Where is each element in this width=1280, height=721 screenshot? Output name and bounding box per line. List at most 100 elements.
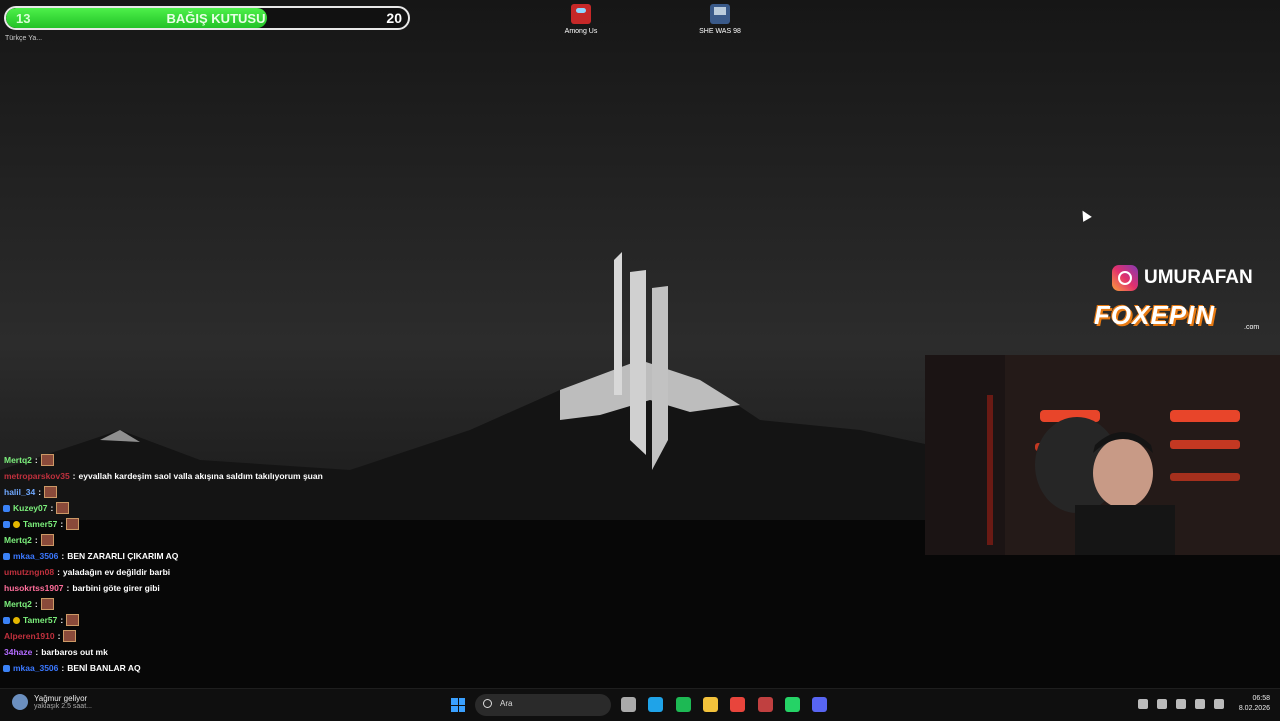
chat-separator: : (34, 599, 38, 609)
chat-text: barbini göte girer gibi (72, 583, 160, 593)
chat-message: Kuzey07: (0, 500, 330, 516)
windows-logo-pane (451, 705, 458, 712)
chat-username: Alperen1910 (4, 631, 55, 641)
chat-badge-icon (3, 664, 10, 672)
instagram-icon (1112, 265, 1138, 291)
chat-username: 34haze (4, 647, 33, 657)
chat-username: Mertq2 (4, 535, 32, 545)
donation-title: BAĞIŞ KUTUSU (166, 11, 266, 26)
chat-username: mkaa_3506 (13, 663, 59, 673)
discord-icon[interactable] (812, 697, 828, 712)
chat-message: husokrtss1907: barbini göte girer gibi (0, 580, 330, 596)
chat-username: metroparskov35 (4, 471, 70, 481)
weather-subtitle: yaklaşık 2.5 saat... (34, 703, 92, 710)
game-icon (710, 4, 730, 24)
sponsor-logo: FOXEPIN (1094, 300, 1216, 330)
webcam-feed (925, 355, 1280, 555)
file-explorer-icon[interactable] (702, 697, 718, 712)
coin-icon (13, 616, 20, 624)
windows-logo-pane (458, 698, 465, 705)
system-tray: 06:58 8.02.2026 (1137, 694, 1270, 714)
weather-rain-icon (12, 694, 28, 710)
chat-message: Mertq2: (0, 452, 330, 468)
chat-separator: : (60, 615, 64, 625)
chevron-up-icon[interactable] (1137, 699, 1148, 709)
emote-icon (40, 534, 54, 546)
chat-badge-icon (3, 520, 10, 528)
chat-username: Mertq2 (4, 599, 32, 609)
chat-separator: : (57, 567, 60, 577)
microphone-icon[interactable] (1175, 699, 1186, 709)
chrome-icon[interactable] (730, 697, 746, 712)
chat-badge-icon (3, 504, 10, 512)
chat-separator: : (66, 583, 70, 593)
chat-text: BENİ BANLAR AQ (67, 663, 141, 673)
instagram-username: UMURAFAN (1144, 267, 1253, 288)
chat-separator: : (57, 631, 61, 641)
start-button[interactable] (451, 698, 465, 712)
emote-icon (40, 598, 54, 610)
chat-separator: : (60, 519, 64, 529)
chat-message: Mertq2: (0, 532, 330, 548)
windows-logo-pane (458, 705, 465, 712)
chat-text: barbaros out mk (41, 647, 108, 657)
chat-username: husokrtss1907 (4, 583, 64, 593)
webcam-scene (925, 355, 1280, 555)
chat-username: Tamer57 (23, 615, 58, 625)
chat-separator: : (35, 647, 39, 657)
chat-separator: : (61, 551, 65, 561)
chat-message: halil_34: (0, 484, 330, 500)
emote-icon (40, 454, 54, 466)
among-us-icon (571, 4, 591, 24)
network-icon[interactable] (1194, 699, 1205, 709)
chat-username: umutzngn08 (4, 567, 55, 577)
chat-separator: : (50, 503, 54, 513)
edge-icon[interactable] (648, 697, 664, 712)
search-icon (483, 699, 492, 708)
chat-username: Mertq2 (4, 455, 32, 465)
clock-date: 8.02.2026 (1238, 705, 1270, 712)
chat-username: Tamer57 (23, 519, 58, 529)
chat-username: halil_34 (4, 487, 36, 497)
sponsor-logo-suffix: .com (1244, 324, 1260, 331)
clock[interactable]: 06:58 8.02.2026 (1239, 694, 1270, 714)
chat-text: yaladağın ev değildir barbi (62, 567, 171, 577)
search-placeholder: Ara (500, 699, 513, 708)
desktop-icon-label: SHE WAS 98 (699, 28, 741, 35)
chat-separator: : (34, 535, 38, 545)
chat-separator: : (72, 471, 76, 481)
chat-badge-icon (3, 616, 10, 624)
chat-username: Kuzey07 (13, 503, 48, 513)
chat-badge-icon (3, 552, 10, 560)
chat-overlay: Mertq2: metroparskov35: eyvallah kardeşim … (0, 452, 330, 676)
desktop-icon-among-us[interactable]: Among Us (541, 4, 621, 35)
chat-message: Tamer57: (0, 612, 330, 628)
donation-goal-value: 20 (386, 10, 402, 26)
instagram-handle: UMURAFAN (1112, 264, 1253, 292)
emote-icon (66, 518, 80, 530)
weather-title: Yağmur geliyor (34, 694, 88, 703)
emote-icon (56, 502, 70, 514)
desktop-icon-she-was-98[interactable]: SHE WAS 98 (680, 4, 760, 35)
clock-time: 06:58 (1252, 695, 1270, 702)
sync-icon[interactable] (1156, 699, 1167, 709)
desktop-icon-label: Among Us (564, 28, 598, 35)
chat-message: metroparskov35: eyvallah kardeşim saol va… (0, 468, 330, 484)
chat-text: BEN ZARARLI ÇIKARIM AQ (67, 551, 179, 561)
chat-username: mkaa_3506 (13, 551, 59, 561)
taskbar-search[interactable]: Ara (475, 694, 611, 716)
emote-icon (63, 630, 77, 642)
chat-separator: : (38, 487, 42, 497)
donation-progress-bar: 13 BAĞIŞ KUTUSU 20 (4, 6, 410, 30)
stream-language-label: Türkçe Ya... (5, 35, 43, 42)
coin-icon (13, 520, 20, 528)
spotify-icon[interactable] (675, 697, 691, 712)
chat-message: Tamer57: (0, 516, 330, 532)
emote-icon (44, 486, 58, 498)
chat-separator: : (34, 455, 38, 465)
weather-widget[interactable]: Yağmur geliyor yaklaşık 2.5 saat... (12, 694, 92, 710)
whatsapp-icon[interactable] (784, 697, 800, 712)
task-view-icon[interactable] (621, 697, 636, 712)
volume-icon[interactable] (1213, 699, 1224, 709)
app-icon[interactable] (757, 697, 773, 712)
